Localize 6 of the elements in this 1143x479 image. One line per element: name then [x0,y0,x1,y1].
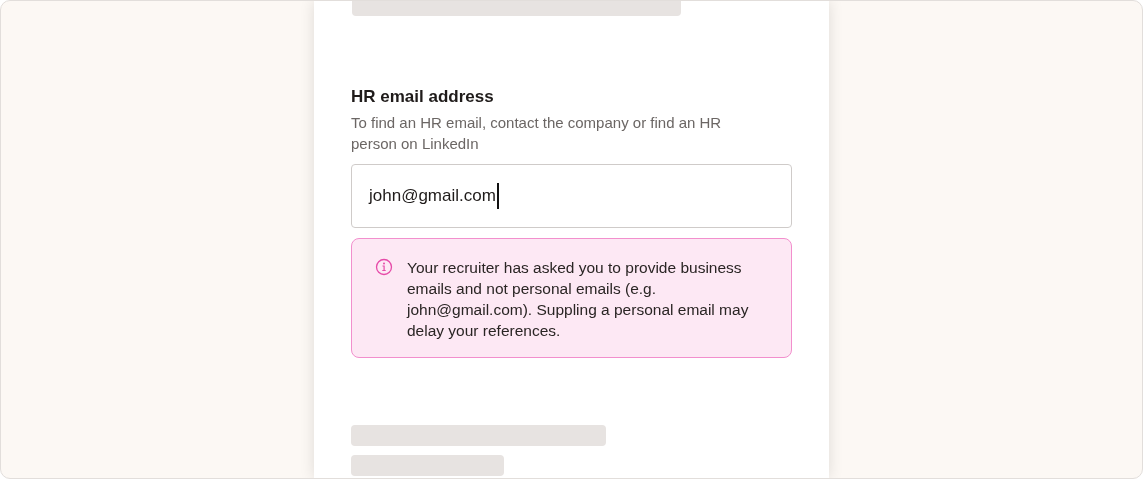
email-input-field[interactable]: john@gmail.com [351,164,792,228]
input-value: john@gmail.com [369,183,499,209]
field-label: HR email address [351,86,495,108]
info-icon [375,258,393,276]
field-hint: To find an HR email, contact the company or find an HR person on LinkedIn [351,113,723,154]
alert-message: Your recruiter has asked you to provide business emails and not personal emails (e.g. john@gmail.com). Suppling a personal email may delay your references. [407,258,750,341]
